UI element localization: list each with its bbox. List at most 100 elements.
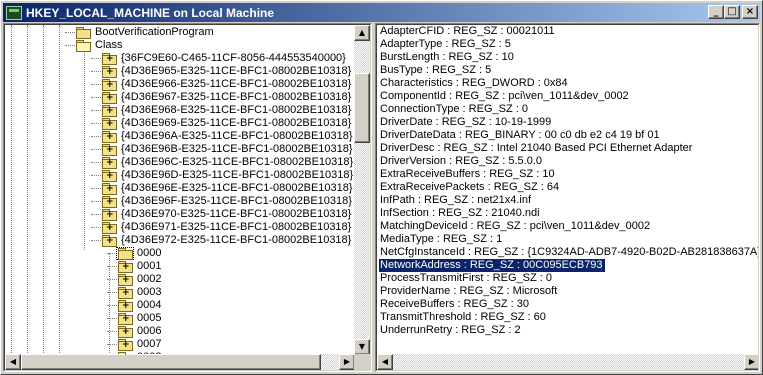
tree-item[interactable]: + {4D36E96B-E325-11CE-BFC1-08002BE10318} — [101, 143, 354, 156]
value-entry[interactable]: DriverVersion : REG_SZ : 5.5.0.0 — [379, 155, 758, 168]
tree-item[interactable]: +0004 — [117, 299, 162, 312]
value-entry[interactable]: ReceiveBuffers : REG_SZ : 30 — [379, 298, 758, 311]
tree-item[interactable]: + {4D36E96D-E325-11CE-BFC1-08002BE10318} — [101, 169, 354, 182]
tree-horizontal-scrollbar[interactable]: ◀ ▶ — [5, 354, 355, 370]
tree-branch-line — [91, 58, 101, 59]
values-scroll-right-button[interactable]: ▶ — [744, 354, 758, 370]
tree-item[interactable]: 0000 — [116, 247, 162, 260]
title-bar[interactable]: HKEY_LOCAL_MACHINE on Local Machine _ □ … — [3, 3, 760, 22]
value-entry[interactable]: DriverDateData : REG_BINARY : 00 c0 db e… — [379, 129, 758, 142]
tree-item[interactable]: +0003 — [117, 286, 162, 299]
tree-scroll-left-button[interactable]: ◀ — [5, 354, 21, 370]
tree-guide-line — [109, 253, 110, 355]
minimize-button[interactable]: _ — [708, 5, 724, 19]
tree-item[interactable]: + {4D36E970-E325-11CE-BFC1-08002BE10318} — [101, 208, 352, 221]
value-entry[interactable]: BurstLength : REG_SZ : 10 — [379, 51, 758, 64]
tree-vertical-scrollbar[interactable]: ▲ ▼ — [354, 25, 370, 355]
tree-item[interactable]: + {4D36E969-E325-11CE-BFC1-08002BE10318} — [101, 117, 352, 130]
value-entry[interactable]: MediaType : REG_SZ : 1 — [379, 233, 758, 246]
tree-hscroll-thumb[interactable] — [21, 354, 321, 370]
tree-item[interactable]: + {4D36E96F-E325-11CE-BFC1-08002BE10318} — [101, 195, 353, 208]
expand-icon[interactable]: + — [122, 328, 130, 337]
close-button[interactable]: × — [742, 5, 758, 19]
tree-item[interactable]: + {4D36E972-E325-11CE-BFC1-08002BE10318} — [101, 234, 352, 247]
value-entry[interactable]: ProcessTransmitFirst : REG_SZ : 0 — [379, 272, 758, 285]
tree-item[interactable]: +0002 — [117, 273, 162, 286]
value-entry[interactable]: AdapterCFID : REG_SZ : 00021011 — [379, 25, 758, 38]
open-folder-icon — [75, 40, 91, 52]
tree-item[interactable]: + {4D36E965-E325-11CE-BFC1-08002BE10318} — [101, 65, 352, 78]
value-entry[interactable]: TransmitThreshold : REG_SZ : 60 — [379, 311, 758, 324]
tree-item[interactable]: + {4D36E96C-E325-11CE-BFC1-08002BE10318} — [101, 156, 354, 169]
tree-item[interactable]: + {4D36E967-E325-11CE-BFC1-08002BE10318} — [101, 91, 352, 104]
folder-icon: + — [101, 144, 117, 156]
expand-icon[interactable]: + — [122, 302, 130, 311]
expand-icon[interactable]: + — [106, 81, 114, 90]
tree-item[interactable]: + {4D36E966-E325-11CE-BFC1-08002BE10318} — [101, 78, 352, 91]
folder-icon: + — [117, 339, 133, 351]
value-entry[interactable]: NetCfgInstanceId : REG_SZ : {1C9324AD-AD… — [379, 246, 758, 259]
value-entry[interactable]: AdapterType : REG_SZ : 5 — [379, 38, 758, 51]
value-entry[interactable]: ExtraReceiveBuffers : REG_SZ : 10 — [379, 168, 758, 181]
expand-icon[interactable]: + — [106, 133, 114, 142]
tree-item[interactable]: + {4D36E96A-E325-11CE-BFC1-08002BE10318} — [101, 130, 354, 143]
tree-scroll-right-button[interactable]: ▶ — [339, 354, 355, 370]
value-entry[interactable]: DriverDesc : REG_SZ : Intel 21040 Based … — [379, 142, 758, 155]
tree-scroll-up-button[interactable]: ▲ — [354, 25, 370, 41]
tree-item[interactable]: + {4D36E971-E325-11CE-BFC1-08002BE10318} — [101, 221, 352, 234]
key-tree[interactable]: BootVerificationProgram Class + {36FC9E60-C… — [5, 25, 355, 355]
expand-icon[interactable]: + — [106, 185, 114, 194]
tree-item[interactable]: +0006 — [117, 325, 162, 338]
expand-icon[interactable]: + — [106, 172, 114, 181]
maximize-button[interactable]: □ — [724, 5, 740, 19]
tree-item[interactable]: + {4D36E96E-E325-11CE-BFC1-08002BE10318} — [101, 182, 354, 195]
values-scroll-left-button[interactable]: ◀ — [377, 354, 393, 370]
values-horizontal-scrollbar[interactable]: ◀ ▶ — [377, 354, 758, 370]
selected-value-entry[interactable]: NetworkAddress : REG_SZ : 00C095ECB793 — [379, 259, 605, 272]
value-entry[interactable]: DriverDate : REG_SZ : 10-19-1999 — [379, 116, 758, 129]
folder-icon: + — [101, 209, 117, 221]
expand-icon[interactable]: + — [106, 224, 114, 233]
tree-item[interactable]: +0001 — [117, 260, 162, 273]
expand-icon[interactable]: + — [122, 263, 130, 272]
tree-item[interactable]: + {4D36E968-E325-11CE-BFC1-08002BE10318} — [101, 104, 352, 117]
expand-icon[interactable]: + — [106, 120, 114, 129]
expand-icon[interactable]: + — [106, 159, 114, 168]
expand-icon[interactable]: + — [106, 55, 114, 64]
tree-item[interactable]: BootVerificationProgram — [75, 26, 215, 39]
value-entry[interactable]: ExtraReceivePackets : REG_SZ : 64 — [379, 181, 758, 194]
expand-icon[interactable]: + — [106, 107, 114, 116]
value-entry[interactable]: Characteristics : REG_DWORD : 0x84 — [379, 77, 758, 90]
expand-icon[interactable]: + — [106, 211, 114, 220]
tree-branch-line — [91, 240, 101, 241]
expand-icon[interactable]: + — [106, 94, 114, 103]
value-entry[interactable]: InfSection : REG_SZ : 21040.ndi — [379, 207, 758, 220]
expand-icon[interactable]: + — [122, 289, 130, 298]
tree-scroll-down-button[interactable]: ▼ — [354, 339, 370, 355]
tree-scroll-thumb[interactable] — [354, 73, 370, 143]
value-entry[interactable]: ComponentId : REG_SZ : pci\ven_1011&dev_… — [379, 90, 758, 103]
value-entry[interactable]: MatchingDeviceId : REG_SZ : pci\ven_1011… — [379, 220, 758, 233]
tree-item[interactable]: +0007 — [117, 338, 162, 351]
tree-branch-line — [107, 305, 117, 306]
expand-icon[interactable]: + — [122, 276, 130, 285]
tree-item[interactable]: Class — [75, 39, 124, 52]
expand-icon[interactable]: + — [106, 198, 114, 207]
value-entry[interactable]: UnderrunRetry : REG_SZ : 2 — [379, 324, 758, 337]
expand-icon[interactable]: + — [106, 237, 114, 246]
value-entry[interactable]: ProviderName : REG_SZ : Microsoft — [379, 285, 758, 298]
value-entry[interactable]: BusType : REG_SZ : 5 — [379, 64, 758, 77]
expand-icon[interactable]: + — [122, 315, 130, 324]
tree-item[interactable]: + {36FC9E60-C465-11CF-8056-444553540000} — [101, 52, 347, 65]
expand-icon[interactable]: + — [106, 68, 114, 77]
caption-buttons: _ □ × — [708, 5, 758, 19]
tree-item[interactable]: +0005 — [117, 312, 162, 325]
tree-branch-line — [91, 227, 101, 228]
value-entry[interactable]: InfPath : REG_SZ : net21x4.inf — [379, 194, 758, 207]
expand-icon[interactable]: + — [106, 146, 114, 155]
expand-icon[interactable]: + — [122, 341, 130, 350]
tree-branch-line — [107, 266, 117, 267]
tree-item-label: BootVerificationProgram — [95, 26, 214, 38]
value-entry[interactable]: ConnectionType : REG_SZ : 0 — [379, 103, 758, 116]
values-list[interactable]: AdapterCFID : REG_SZ : 00021011 AdapterTy… — [379, 25, 758, 355]
